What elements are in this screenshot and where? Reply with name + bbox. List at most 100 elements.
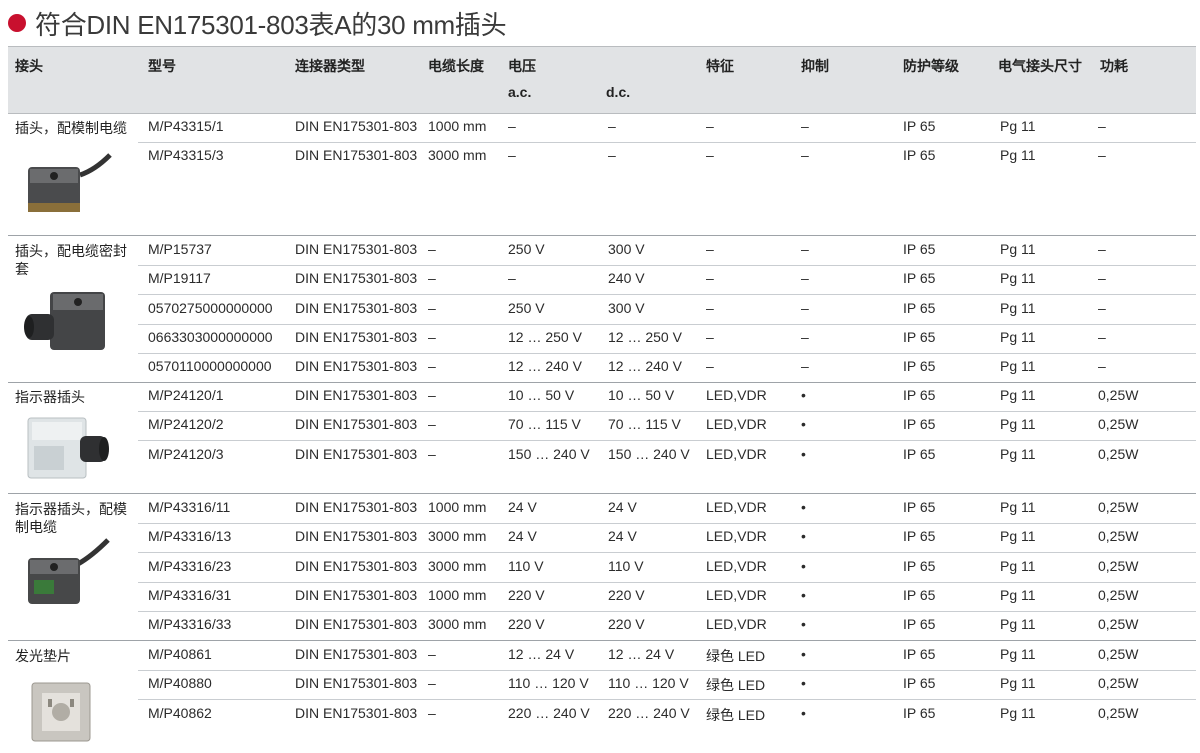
table-cell: DIN EN175301-803	[295, 646, 418, 662]
table-cell: Pg 11	[1000, 387, 1036, 403]
table-cell: IP 65	[903, 358, 936, 375]
table-cell: –	[706, 147, 714, 164]
table-cell: Pg 11	[1000, 557, 1036, 574]
table-cell: •	[801, 445, 806, 462]
table-cell: IP 65	[903, 416, 936, 433]
table-cell: –	[706, 118, 714, 134]
table-cell: M/P24120/1	[148, 387, 224, 403]
table-row: M/P40861 DIN EN175301-803– 12 … 24 V 12 … 2…	[138, 641, 1196, 671]
table-cell: •	[801, 499, 806, 515]
table-cell: M/P43315/1	[148, 118, 224, 134]
table-cell: 300 V	[608, 299, 645, 316]
table-cell: 110 … 120 V	[508, 675, 589, 692]
header-power: 功耗	[1100, 58, 1128, 74]
table-cell: LED,VDR	[706, 416, 767, 433]
product-group: 发光垫片 M/P40861 DIN EN175301-803–12 … 24 V 12…	[8, 641, 1196, 744]
bullet-icon	[8, 14, 26, 32]
table-cell: Pg 11	[1000, 358, 1036, 375]
table-cell: Pg 11	[1000, 528, 1036, 545]
table-cell: Pg 11	[1000, 704, 1036, 721]
table-cell: IP 65	[903, 675, 936, 692]
table-cell: 0,25W	[1098, 646, 1139, 662]
table-cell: 12 … 240 V	[508, 358, 582, 375]
table-cell: Pg 11	[1000, 147, 1036, 164]
table-cell: –	[1098, 241, 1106, 257]
table-cell: Pg 11	[1000, 445, 1036, 462]
table-cell: Pg 11	[1000, 270, 1036, 287]
table-cell: IP 65	[903, 241, 936, 257]
table-cell: M/P40862	[148, 704, 212, 721]
table-cell: –	[706, 270, 714, 287]
table-cell: IP 65	[903, 557, 936, 574]
table-cell: •	[801, 675, 806, 692]
product-group: 指示器插头 M/P24120/1 DIN EN175301-803–10 … 50 …	[8, 382, 1196, 494]
table-cell: DIN EN175301-803	[295, 147, 418, 164]
table-cell: IP 65	[903, 445, 936, 462]
table-cell: 24 V	[508, 528, 537, 545]
table-cell: DIN EN175301-803	[295, 358, 418, 375]
table-cell: M/P43316/23	[148, 557, 232, 574]
table-cell: •	[801, 586, 806, 603]
table-cell: M/P40861	[148, 646, 212, 662]
table-cell: Pg 11	[1000, 586, 1036, 603]
table-cell: 220 V	[608, 616, 645, 633]
page-title: 符合DIN EN175301-803表A的30 mm插头	[35, 9, 507, 40]
table-row: M/P43316/11 DIN EN175301-803 1000 mm 24 V 24…	[138, 494, 1196, 524]
table-cell: –	[1098, 147, 1106, 164]
table-cell: 150 … 240 V	[508, 445, 590, 462]
table-row: M/P40880 DIN EN175301-803– 110 … 120 V 110 …	[138, 670, 1196, 701]
table-cell: IP 65	[903, 528, 936, 545]
table-cell: –	[428, 704, 436, 721]
table-cell: –	[801, 270, 809, 287]
plug-cable-gland-icon	[20, 282, 115, 362]
table-cell: Pg 11	[1000, 675, 1036, 692]
table-header: 接头 型号 连接器类型 电缆长度 电压 特征 抑制 防护等级 电气接头尺寸 功耗…	[8, 46, 1196, 114]
table-cell: IP 65	[903, 147, 936, 164]
table-cell: IP 65	[903, 118, 936, 134]
table-cell: 0663303000000000	[148, 328, 273, 345]
table-cell: 110 V	[608, 557, 644, 574]
table-cell: Pg 11	[1000, 499, 1036, 515]
table-cell: IP 65	[903, 704, 936, 721]
table-cell: 0,25W	[1098, 675, 1139, 692]
table-cell: –	[608, 147, 616, 164]
table-cell: LED,VDR	[706, 528, 767, 545]
table-cell: 70 … 115 V	[608, 416, 681, 433]
table-row: M/P24120/3 DIN EN175301-803– 150 … 240 V 15…	[138, 441, 1196, 470]
table-cell: DIN EN175301-803	[295, 557, 418, 574]
table-cell: DIN EN175301-803	[295, 299, 418, 316]
table-cell: 12 … 250 V	[608, 328, 682, 345]
table-cell: –	[428, 270, 436, 287]
table-cell: 0570110000000000	[148, 358, 272, 375]
table-cell: 24 V	[608, 499, 637, 515]
table-cell: 0,25W	[1098, 499, 1139, 515]
table-cell: –	[801, 147, 809, 164]
table-cell: –	[706, 358, 714, 375]
table-cell: IP 65	[903, 328, 936, 345]
product-group: 指示器插头，配模制电缆 M/P43316/11 DIN EN175301-803 10…	[8, 494, 1196, 641]
table-cell: –	[508, 147, 516, 164]
group-name: 指示器插头	[15, 389, 85, 405]
table-cell: 0570275000000000	[148, 299, 273, 316]
group-name: 插头，配电缆密封套	[15, 243, 127, 277]
table-cell: 70 … 115 V	[508, 416, 581, 433]
table-cell: –	[801, 241, 809, 257]
group-name: 插头，配模制电缆	[15, 120, 127, 136]
table-cell: •	[801, 557, 806, 574]
table-cell: –	[1098, 299, 1106, 316]
table-cell: DIN EN175301-803	[295, 445, 418, 462]
table-row: M/P19117 DIN EN175301-803– –240 V – – IP 65 Pg…	[138, 265, 1196, 296]
table-cell: –	[1098, 118, 1106, 134]
table-cell: –	[1098, 358, 1106, 375]
header-voltage: 电压	[508, 58, 536, 74]
table-cell: LED,VDR	[706, 557, 767, 574]
table-cell: IP 65	[903, 646, 936, 662]
table-cell: –	[706, 241, 714, 257]
table-cell: DIN EN175301-803	[295, 704, 418, 721]
table-row: M/P43315/1 DIN EN175301-803 1000 mm – – – – IP …	[138, 113, 1196, 143]
table-row: M/P24120/2 DIN EN175301-803– 70 … 115 V 70 …	[138, 411, 1196, 442]
table-cell: 110 V	[508, 557, 544, 574]
table-cell: M/P43316/33	[148, 616, 232, 633]
indicator-plug-cable-icon	[20, 538, 115, 618]
table-cell: M/P19117	[148, 270, 211, 287]
